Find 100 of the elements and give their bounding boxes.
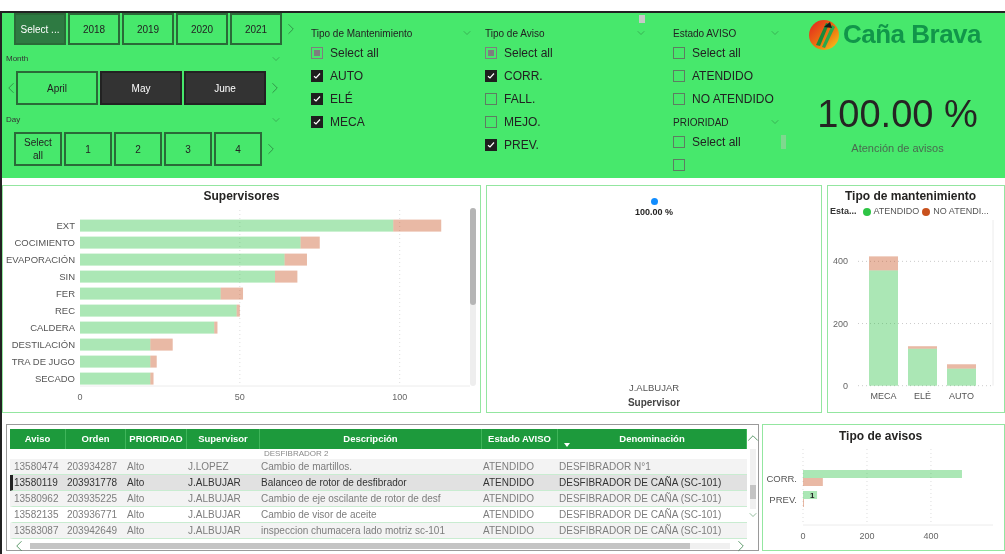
table-cell-text: 13580119	[13, 476, 59, 489]
slicer-item-label[interactable]: CORR.	[504, 66, 543, 85]
slicer-item-label[interactable]: MECA	[330, 112, 365, 131]
axis-tick: 400	[923, 448, 939, 541]
axis-tick: 200	[832, 318, 994, 329]
slicer-title: Month	[6, 53, 29, 65]
category-label: SECADO	[34, 373, 75, 385]
slicer-item-label[interactable]: FALL.	[504, 89, 536, 108]
x-tick-label: 0	[800, 531, 806, 541]
table-cell-text: inspeccion chumacera lado motriz sc-101	[260, 524, 446, 537]
table-cell-text: 203942649	[66, 524, 119, 537]
y-tick-label: 200	[832, 318, 848, 329]
slicer-title: Tipo de Mantenimiento	[311, 26, 413, 41]
category-label: EXT	[56, 220, 75, 232]
axis-tick: 0	[843, 380, 994, 391]
table-cell-text: 203934287	[66, 460, 119, 473]
legend-label[interactable]: ATENDIDO	[873, 205, 920, 219]
category-label: EVAPORACIÓN	[6, 254, 75, 266]
sort-icon[interactable]	[564, 443, 570, 447]
table-cell-text: ATENDIDO	[482, 460, 535, 473]
checkbox[interactable]	[673, 69, 685, 82]
checkbox[interactable]	[485, 92, 497, 105]
category-label: FER	[56, 288, 75, 300]
filter-tile[interactable]: 4	[214, 132, 262, 166]
checkbox[interactable]	[485, 69, 497, 82]
slicer-item-label[interactable]: MEJO.	[504, 112, 541, 131]
checkbox[interactable]	[311, 69, 323, 82]
table-cell-text: Alto	[126, 476, 146, 489]
filter-tile[interactable]: 2019	[122, 13, 174, 45]
filter-tile[interactable]: 2	[114, 132, 162, 166]
checkbox[interactable]	[485, 115, 497, 128]
filter-tile[interactable]: May	[100, 71, 182, 105]
table-cell-text: 13580474	[13, 460, 60, 473]
slicer-title: Estado AVISO	[673, 26, 737, 41]
slicer-item-label[interactable]: Select all	[692, 132, 741, 151]
filter-tile[interactable]: 2020	[176, 13, 228, 45]
category-label: J.ALBUJAR	[628, 380, 680, 395]
slicer-item-label[interactable]: Select all	[330, 43, 379, 62]
table-cell-text: ATENDIDO	[482, 492, 535, 505]
slicer-item-label[interactable]: Select all	[692, 43, 741, 62]
table-cell-text: DESFIBRADOR DE CAÑA (SC-101)	[558, 476, 723, 489]
scrollbar[interactable]	[639, 15, 645, 23]
data-label: 1	[810, 491, 815, 500]
table-cell-text: 203936771	[66, 508, 119, 521]
filter-tile[interactable]: June	[184, 71, 266, 105]
checkbox[interactable]	[311, 92, 323, 105]
filter-tile[interactable]: 3	[164, 132, 212, 166]
table-cell-text: 203935225	[66, 492, 119, 505]
table-cell-text: DESFIBRADOR 2	[263, 449, 329, 459]
checkbox[interactable]	[311, 46, 323, 59]
x-tick-label: 400	[923, 531, 939, 541]
checkbox[interactable]	[673, 46, 685, 59]
checkbox[interactable]	[673, 135, 685, 148]
checkbox[interactable]	[485, 46, 497, 59]
checkbox[interactable]	[673, 158, 685, 171]
data-point[interactable]	[650, 198, 658, 205]
slicer-item-label[interactable]: NO ATENDIDO	[692, 89, 774, 108]
category-label: AUTO	[949, 391, 974, 401]
checkbox[interactable]	[673, 92, 685, 105]
category-label: ELÉ	[914, 391, 931, 401]
filter-tile[interactable]: 1	[64, 132, 112, 166]
axis-tick: 0	[77, 392, 83, 402]
axis-tick: 50	[234, 209, 245, 402]
table-cell-text: J.LOPEZ	[187, 460, 230, 473]
bar[interactable]	[803, 491, 818, 499]
table-cell-text: ATENDIDO	[482, 524, 535, 537]
table-cell-text: Alto	[126, 508, 146, 521]
checkbox[interactable]	[311, 115, 323, 128]
table-cell-text: 13580962	[13, 492, 60, 505]
table-cell-text: Balanceo de rotor de desfibrador	[260, 476, 408, 489]
table-cell-text: DESFIBRADOR N°1	[558, 460, 652, 473]
filter-tile[interactable]: April	[16, 71, 98, 105]
slicer-item-label[interactable]: ELÉ	[330, 89, 353, 108]
filter-tile[interactable]: 2021	[230, 13, 282, 45]
slicer-item-label[interactable]: Select all	[504, 43, 553, 62]
y-tick-label: 0	[842, 380, 848, 391]
kpi-label: Atención de avisos	[851, 141, 944, 156]
table-cell-text: J.ALBUJAR	[187, 492, 242, 505]
legend-title: Esta...	[830, 205, 857, 219]
slicer-item-label[interactable]: PREV.	[504, 135, 539, 154]
table-cell-text: DESFIBRADOR DE CAÑA (SC-101)	[558, 492, 723, 505]
category-label: SIN	[59, 271, 75, 283]
axis-tick: 200	[859, 448, 875, 541]
filter-tile[interactable]: Select ...	[14, 13, 66, 45]
slicer-item-label[interactable]: AUTO	[330, 66, 364, 85]
category-label: CORR.	[766, 472, 797, 484]
scrollbar[interactable]	[470, 208, 476, 386]
table-cell-text: 203931778	[66, 476, 119, 489]
filter-tile[interactable]: Select all	[14, 132, 62, 166]
slicer-item-label[interactable]: ATENDIDO	[692, 66, 754, 85]
category-label: PREV.	[769, 493, 797, 505]
scrollbar[interactable]	[749, 449, 756, 509]
scrollbar[interactable]	[781, 135, 786, 149]
slicer-title: PRIORIDAD	[673, 115, 729, 130]
legend-label[interactable]: NO ATENDI...	[933, 205, 989, 219]
table-cell-text: J.ALBUJAR	[187, 508, 242, 521]
checkbox[interactable]	[485, 138, 497, 151]
x-tick-label: 50	[234, 392, 245, 402]
filter-tile[interactable]: 2018	[68, 13, 120, 45]
scrollbar[interactable]	[30, 542, 730, 549]
